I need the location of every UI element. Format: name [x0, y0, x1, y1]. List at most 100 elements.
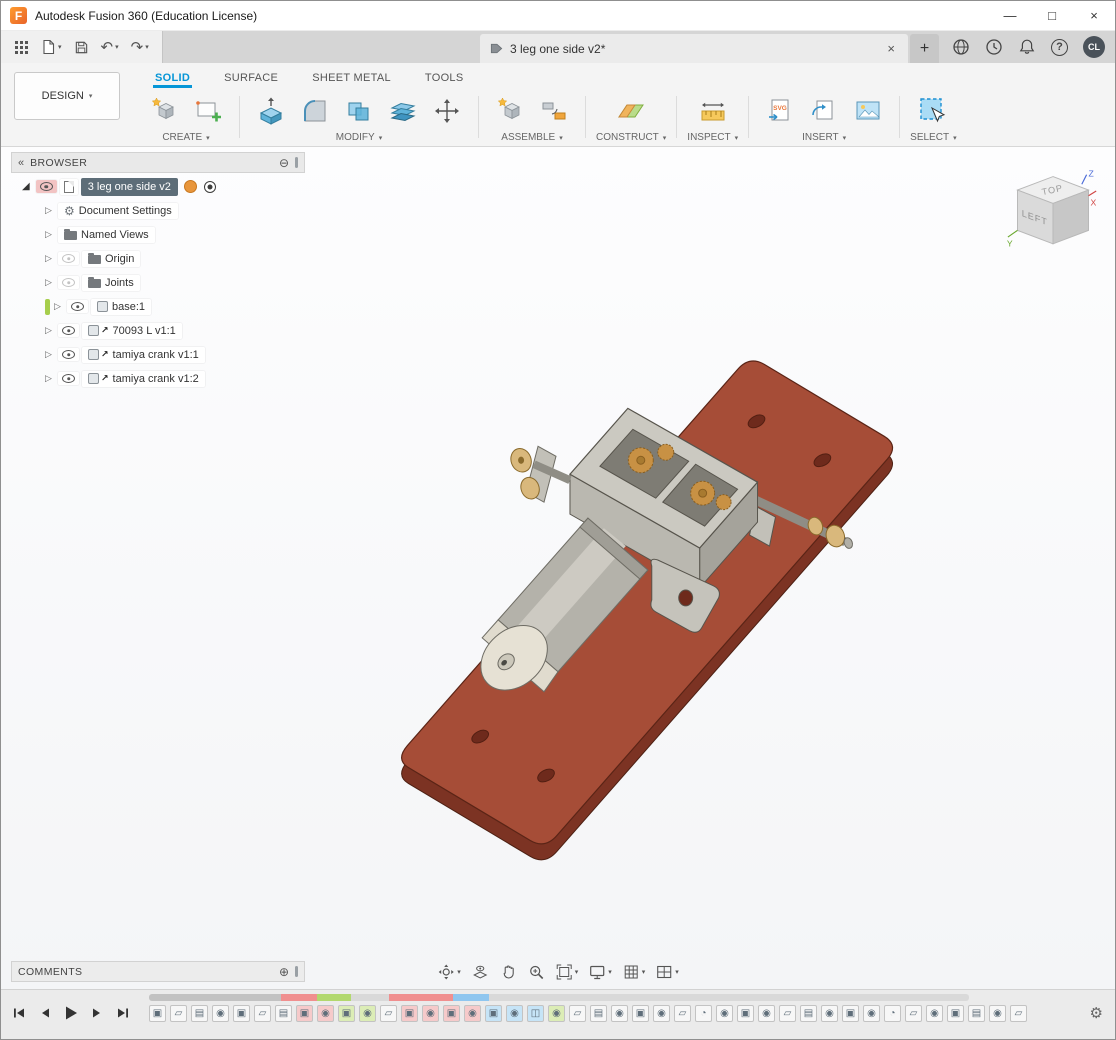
expand-arrow-icon[interactable]: ▷	[45, 277, 55, 288]
minimize-button[interactable]: —	[989, 1, 1031, 30]
fit-button[interactable]: ▾	[551, 960, 583, 984]
timeline-feature-joint[interactable]: ◉	[926, 1005, 943, 1022]
browser-item[interactable]: ▷ Origin	[45, 248, 305, 269]
timeline-feature-joint[interactable]: ◉	[212, 1005, 229, 1022]
expand-arrow-icon[interactable]: ▷	[45, 325, 55, 336]
visibility-toggle[interactable]	[58, 324, 79, 337]
inspect-group-dropdown[interactable]: INSPECT ▾	[687, 132, 738, 143]
browser-item[interactable]: ▷ Joints	[45, 272, 305, 293]
move-copy-button[interactable]	[426, 91, 468, 131]
browser-item-label[interactable]: Named Views	[58, 226, 155, 243]
timeline-feature-sketch[interactable]: ▱	[674, 1005, 691, 1022]
timeline-feature-component[interactable]: ▣	[947, 1005, 964, 1022]
timeline-feature-joint[interactable]: ◉	[821, 1005, 838, 1022]
timeline-feature-sketch[interactable]: ▱	[1010, 1005, 1027, 1022]
grid-snaps-button[interactable]: ▾	[618, 960, 650, 984]
timeline-feature-joint[interactable]: ◉	[863, 1005, 880, 1022]
visibility-toggle[interactable]	[58, 348, 79, 361]
timeline-feature-joint[interactable]: ◉	[422, 1005, 439, 1022]
timeline-feature-component[interactable]: ▣	[737, 1005, 754, 1022]
look-at-button[interactable]	[467, 960, 493, 984]
browser-item-label[interactable]: ↗ tamiya crank v1:2	[82, 370, 205, 387]
browser-item-label[interactable]: Origin	[82, 250, 141, 267]
timeline-feature-revolve[interactable]: ◔	[695, 1005, 712, 1022]
shell-button[interactable]	[382, 91, 424, 131]
timeline-feature-joint[interactable]: ◉	[548, 1005, 565, 1022]
zoom-button[interactable]	[523, 960, 549, 984]
tab-solid[interactable]: SOLID	[153, 72, 193, 88]
browser-item-label[interactable]: ↗ 70093 L v1:1	[82, 322, 182, 339]
browser-item[interactable]: ▷ ↗ tamiya crank v1:1	[45, 344, 305, 365]
browser-header[interactable]: « BROWSER ⊖	[11, 152, 305, 173]
extensions-button[interactable]	[952, 38, 970, 56]
timeline-feature-joint[interactable]: ◉	[506, 1005, 523, 1022]
close-tab-button[interactable]: ×	[884, 41, 898, 56]
timeline-feature-sketch[interactable]: ▱	[905, 1005, 922, 1022]
modify-group-dropdown[interactable]: MODIFY ▾	[250, 132, 468, 143]
workspace-selector[interactable]: DESIGN ▾	[14, 72, 120, 120]
app-grid-button[interactable]	[11, 37, 32, 58]
timeline-feature-joint[interactable]: ◉	[317, 1005, 334, 1022]
timeline-group-marker[interactable]	[317, 994, 351, 1001]
collapse-panel-button[interactable]: «	[18, 157, 24, 169]
select-group-dropdown[interactable]: SELECT ▾	[910, 132, 956, 143]
timeline-feature-extrude[interactable]: ▤	[191, 1005, 208, 1022]
visibility-toggle[interactable]	[58, 276, 79, 289]
tab-tools[interactable]: TOOLS	[423, 72, 466, 88]
timeline-feature-component[interactable]: ▣	[296, 1005, 313, 1022]
fillet-button[interactable]	[294, 91, 336, 131]
expand-arrow-icon[interactable]: ▷	[45, 349, 55, 360]
help-button[interactable]: ?	[1051, 38, 1068, 56]
new-component-button[interactable]	[143, 91, 185, 131]
timeline-group-marker[interactable]	[489, 994, 969, 1001]
assemble-group-dropdown[interactable]: ASSEMBLE ▾	[489, 132, 575, 143]
timeline-feature-component[interactable]: ▣	[842, 1005, 859, 1022]
browser-item[interactable]: ▷ ↗ tamiya crank v1:2	[45, 368, 305, 389]
browser-item[interactable]: ▷ base:1	[45, 296, 305, 317]
timeline-feature-extrude[interactable]: ▤	[968, 1005, 985, 1022]
construct-group-dropdown[interactable]: CONSTRUCT ▾	[596, 132, 666, 143]
timeline-feature-sketch[interactable]: ▱	[254, 1005, 271, 1022]
root-expand-arrow-icon[interactable]: ◢	[22, 181, 30, 192]
activate-component-radio[interactable]	[203, 180, 216, 193]
timeline-feature-sketch[interactable]: ▱	[170, 1005, 187, 1022]
timeline-group-marker[interactable]	[389, 994, 453, 1001]
expand-arrow-icon[interactable]: ▷	[45, 229, 55, 240]
timeline-settings-gear-icon[interactable]: ⚙	[1090, 1004, 1103, 1022]
select-button[interactable]	[912, 91, 954, 131]
timeline-group-marker[interactable]	[281, 994, 317, 1001]
skip-to-start-button[interactable]	[9, 1003, 29, 1023]
timeline-feature-sketch[interactable]: ▱	[779, 1005, 796, 1022]
root-visibility-toggle[interactable]	[35, 180, 57, 193]
display-settings-button[interactable]: ▾	[584, 960, 616, 984]
browser-item-label[interactable]: ↗ tamiya crank v1:1	[82, 346, 205, 363]
timeline-group-marker[interactable]	[351, 994, 389, 1001]
timeline-feature-extrude[interactable]: ▤	[800, 1005, 817, 1022]
visibility-toggle[interactable]	[58, 372, 79, 385]
browser-item[interactable]: ▷ Named Views	[45, 224, 305, 245]
browser-item-label[interactable]: ⚙ Document Settings	[58, 202, 178, 219]
insert-svg-button[interactable]: SVG	[759, 91, 801, 131]
expand-comments-button[interactable]: ⊕	[279, 966, 289, 978]
file-menu-button[interactable]: ▾	[38, 36, 65, 58]
timeline-group-marker[interactable]	[149, 994, 281, 1001]
new-tab-button[interactable]: +	[910, 34, 939, 63]
timeline-feature-extrude[interactable]: ▤	[590, 1005, 607, 1022]
visibility-toggle[interactable]	[58, 252, 79, 265]
create-group-dropdown[interactable]: CREATE ▾	[143, 132, 229, 143]
root-document-label[interactable]: 3 leg one side v2	[80, 177, 178, 196]
maximize-button[interactable]: □	[1031, 1, 1073, 30]
insert-group-dropdown[interactable]: INSERT ▾	[759, 132, 889, 143]
timeline-feature-joint[interactable]: ◉	[989, 1005, 1006, 1022]
visibility-toggle[interactable]	[67, 300, 88, 313]
decal-button[interactable]	[847, 91, 889, 131]
timeline-feature-component[interactable]: ▣	[401, 1005, 418, 1022]
redo-button[interactable]: ↷ ▾	[128, 37, 152, 58]
panel-resize-grip[interactable]	[295, 966, 298, 977]
pan-button[interactable]	[495, 960, 521, 984]
tab-sheet-metal[interactable]: SHEET METAL	[310, 72, 393, 88]
next-feature-button[interactable]	[87, 1003, 107, 1023]
timeline-feature-extrude[interactable]: ▤	[275, 1005, 292, 1022]
timeline-feature-joint[interactable]: ◉	[611, 1005, 628, 1022]
expand-arrow-icon[interactable]: ▷	[45, 253, 55, 264]
